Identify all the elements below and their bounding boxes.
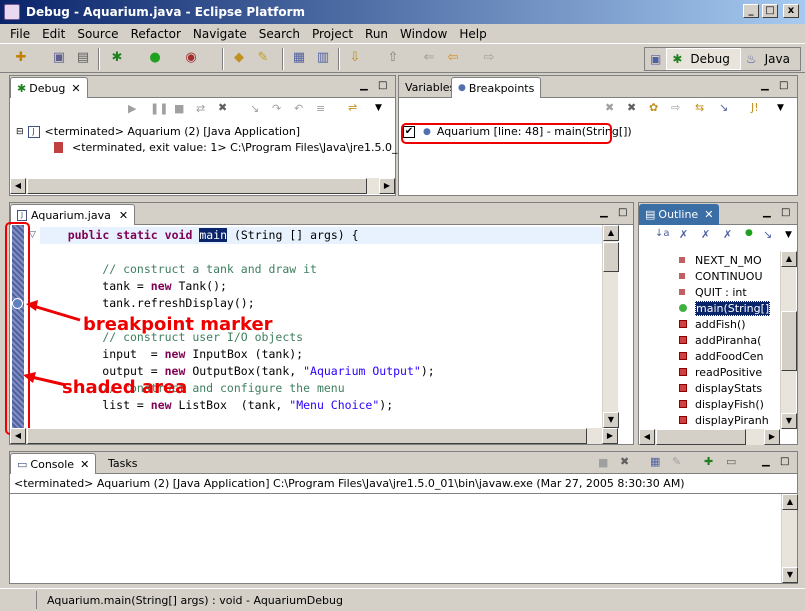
scroll-lock-icon[interactable]: ▦ [650, 455, 660, 468]
tab-tasks-label: Tasks [108, 457, 138, 470]
outline-item[interactable]: QUIT : int [679, 284, 747, 300]
status-separator [36, 591, 37, 609]
outline-item[interactable]: CONTINUOU [679, 268, 763, 284]
scroll-down-arrow[interactable]: ▼ [781, 413, 797, 429]
outline-item[interactable]: NEXT_N_MO [679, 252, 762, 268]
console-view: ▭ Console ✕ Tasks ■ ✖ ▦ ✎ ✚ ▭ ▁ □ <termi… [9, 451, 798, 584]
static-field-icon [679, 289, 685, 295]
outline-item[interactable]: readPositive [679, 364, 762, 380]
scroll-up-arrow[interactable]: ▲ [781, 251, 797, 267]
close-icon[interactable]: ✕ [704, 208, 713, 221]
scroll-left-arrow[interactable]: ◀ [639, 429, 655, 445]
outline-item-label: displayFish() [695, 397, 764, 411]
outline-item[interactable]: displayPiranh [679, 412, 769, 428]
tab-console[interactable]: ▭ Console ✕ [10, 453, 97, 474]
hide-fields-icon[interactable]: ✗ [679, 228, 688, 241]
tab-outline[interactable]: ▤ Outline ✕ [639, 204, 720, 225]
clear-console-icon[interactable]: ✎ [672, 455, 681, 468]
close-icon[interactable]: ✕ [80, 458, 89, 471]
display-console-icon[interactable]: ▭ [726, 455, 736, 468]
static-field-icon [679, 273, 685, 279]
scroll-down-arrow[interactable]: ▼ [782, 567, 798, 583]
outline-hscroll[interactable]: ◀ ▶ [639, 429, 780, 445]
private-method-icon [679, 384, 687, 392]
outline-item-label: readPositive [695, 365, 763, 379]
scroll-up-arrow[interactable]: ▲ [782, 494, 798, 510]
breakpoint-arrow [29, 303, 81, 322]
scroll-thumb[interactable] [656, 429, 746, 445]
outline-item[interactable]: displayStats [679, 380, 762, 396]
outline-list: NEXT_N_MO CONTINUOU QUIT : int main(String[… [679, 251, 779, 429]
outline-toolbar: ↓a ✗ ✗ ✗ ● ↘ ▼ [639, 225, 797, 249]
console-divider [10, 493, 797, 494]
outline-item-label: addFish() [695, 317, 746, 331]
maximize-view-icon[interactable]: □ [781, 207, 790, 218]
hide-nonpublic-icon[interactable]: ✗ [723, 228, 732, 241]
link-icon[interactable]: ↘ [763, 228, 772, 241]
outline-item[interactable]: displayFish() [679, 396, 764, 412]
tab-outline-label: Outline [658, 208, 699, 221]
outline-item[interactable]: addPiranha( [679, 332, 761, 348]
breakpoint-arrowhead [26, 300, 38, 311]
private-method-icon [679, 416, 687, 424]
console-vscroll[interactable]: ▲ ▼ [781, 494, 798, 583]
outline-item[interactable]: main(String[] [679, 300, 771, 316]
tab-console-label: Console [30, 457, 75, 471]
private-method-icon [679, 336, 687, 344]
outline-item-label: displayStats [695, 381, 763, 395]
outline-item-label: addFoodCen [695, 349, 764, 363]
outline-tabbar: ▤ Outline ✕ ▁ □ [639, 203, 797, 225]
breakpoint-marker-annotation: breakpoint marker [83, 314, 273, 335]
status-bar: Aquarium.main(String[] args) : void - Aq… [0, 588, 805, 611]
terminate-icon[interactable]: ■ [598, 456, 608, 469]
console-tabbar: ▭ Console ✕ Tasks ■ ✖ ▦ ✎ ✚ ▭ ▁ □ [10, 452, 797, 474]
outline-item-label: CONTINUOU [695, 269, 763, 283]
minimize-view-icon[interactable]: ▁ [762, 456, 770, 467]
outline-item[interactable]: addFoodCen [679, 348, 764, 364]
view-menu-icon[interactable]: ▼ [785, 230, 792, 240]
outline-item-label: displayPiranh [695, 413, 769, 427]
shaded-arrowhead [23, 372, 36, 383]
outline-icon: ▤ [645, 208, 656, 221]
private-method-icon [679, 352, 687, 360]
maximize-view-icon[interactable]: □ [780, 456, 789, 467]
public-method-icon [679, 304, 687, 312]
minimize-view-icon[interactable]: ▁ [763, 207, 771, 218]
private-method-icon [679, 368, 687, 376]
outline-item-label: main(String[] [695, 300, 771, 316]
outline-item-label: QUIT : int [695, 285, 747, 299]
outline-vscroll[interactable]: ▲ ▼ [780, 251, 797, 429]
pin-console-icon[interactable]: ✚ [704, 455, 713, 468]
private-method-icon [679, 320, 687, 328]
console-header: <terminated> Aquarium (2) [Java Applicat… [14, 477, 685, 490]
hide-local-types-icon[interactable]: ● [745, 228, 753, 238]
outline-item[interactable]: addFish() [679, 316, 746, 332]
tab-tasks[interactable]: Tasks [102, 453, 143, 474]
private-method-icon [679, 400, 687, 408]
scroll-thumb[interactable] [781, 311, 797, 371]
console-icon: ▭ [17, 457, 28, 471]
scroll-right-arrow[interactable]: ▶ [764, 429, 780, 445]
shaded-area-annotation: shaded area [62, 377, 188, 398]
remove-launch-icon[interactable]: ✖ [620, 455, 629, 468]
outline-item-label: addPiranha( [695, 333, 762, 347]
static-field-icon [679, 257, 685, 263]
hide-static-icon[interactable]: ✗ [701, 228, 710, 241]
outline-item-label: NEXT_N_MO [695, 253, 762, 267]
outline-view: ▤ Outline ✕ ▁ □ ↓a ✗ ✗ ✗ ● ↘ ▼ NEXT_N_MO… [638, 202, 798, 445]
sort-icon[interactable]: ↓a [655, 228, 670, 239]
status-text: Aquarium.main(String[] args) : void - Aq… [47, 593, 343, 607]
